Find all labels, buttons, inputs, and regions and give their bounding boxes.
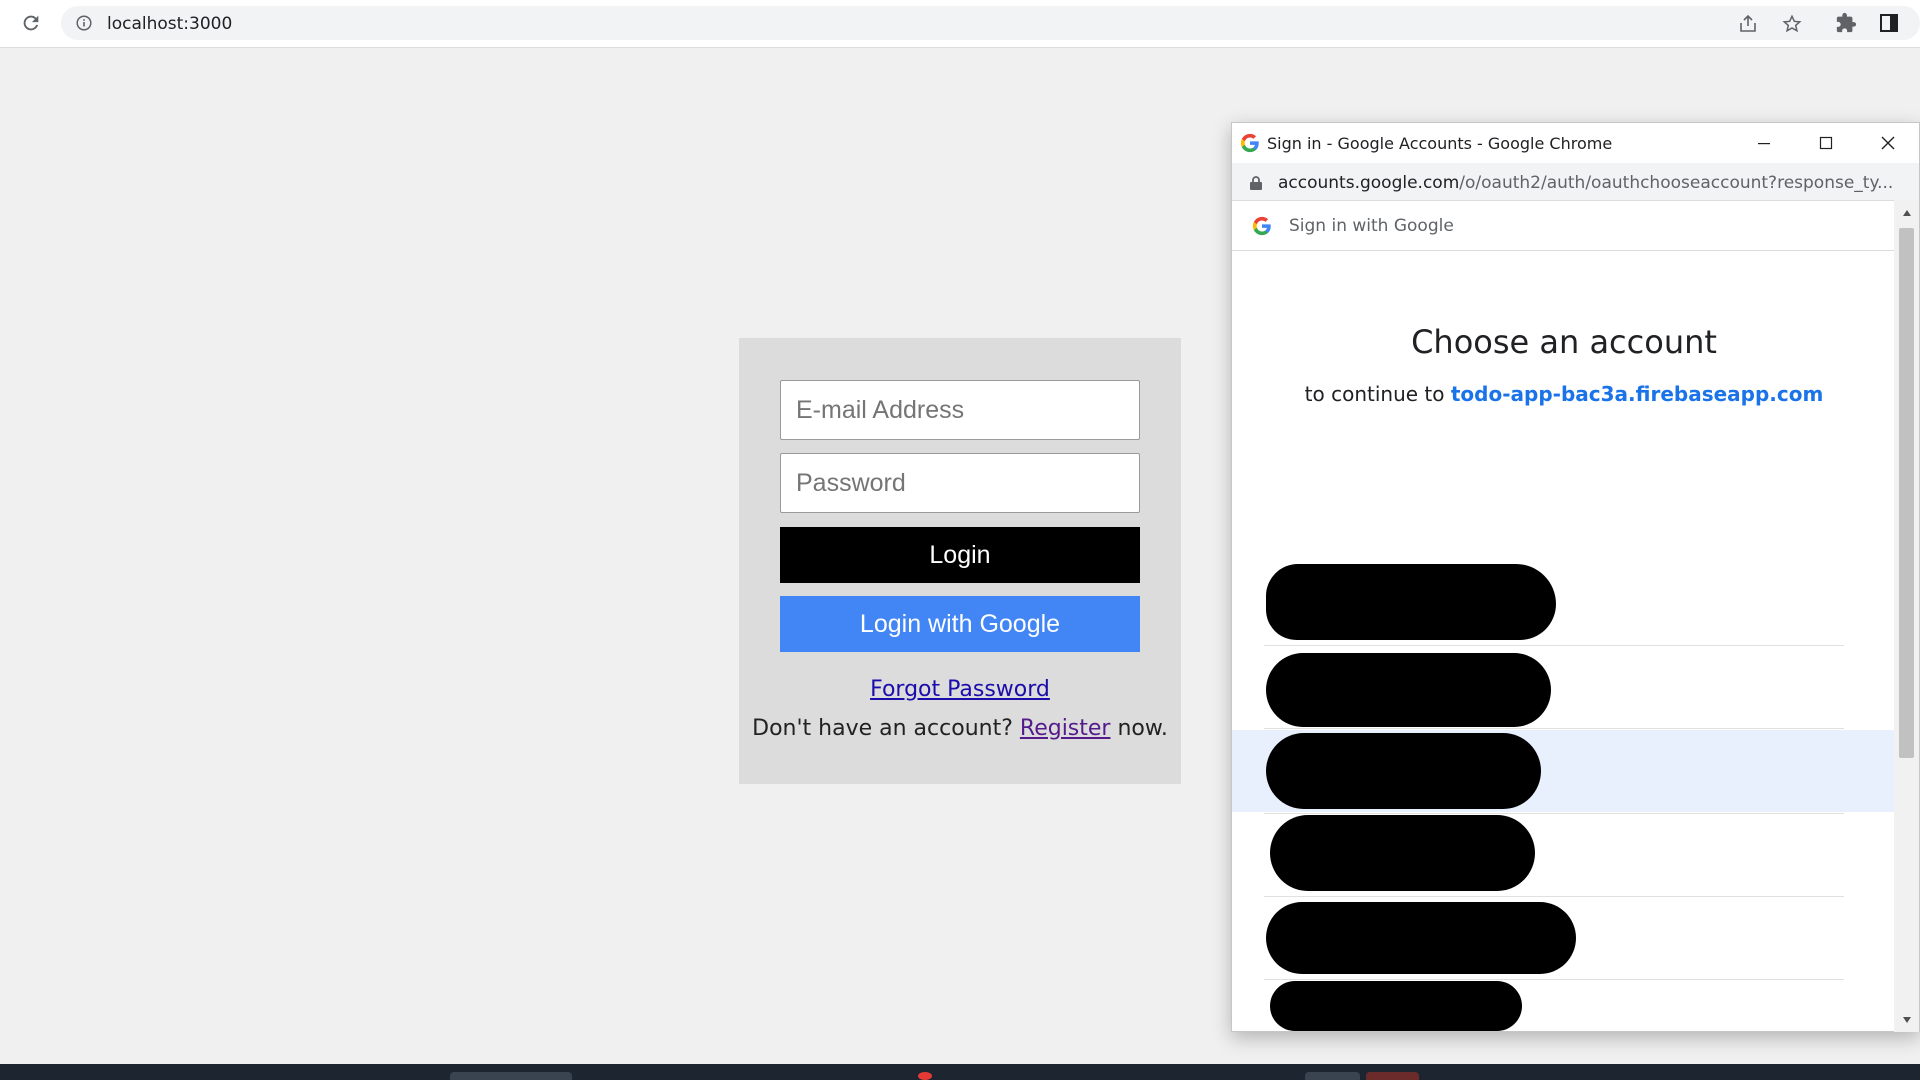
taskbar-item[interactable] [1366, 1072, 1419, 1080]
email-field[interactable] [780, 380, 1140, 440]
taskbar-item[interactable] [450, 1072, 572, 1080]
google-signin-popup: Sign in - Google Accounts - Google Chrom… [1231, 122, 1920, 1032]
continue-prefix: to continue to [1304, 382, 1445, 406]
popup-url-path: /o/oauth2/auth/oauthchooseaccount?respon… [1459, 173, 1894, 193]
google-logo-icon [1252, 216, 1272, 236]
account-row[interactable] [1232, 559, 1896, 641]
popup-url-domain: accounts.google.com [1278, 173, 1460, 193]
redacted-account [1266, 733, 1541, 809]
address-bar[interactable]: localhost:3000 [61, 6, 1920, 40]
signin-header-text: Sign in with Google [1289, 216, 1454, 236]
taskbar-notification-dot [918, 1072, 932, 1080]
account-row-selected[interactable] [1232, 730, 1896, 812]
taskbar [0, 1064, 1920, 1080]
scroll-up-icon[interactable] [1900, 206, 1913, 219]
minimize-icon[interactable] [1734, 123, 1794, 163]
star-icon[interactable] [1781, 13, 1803, 35]
account-divider [1264, 896, 1844, 897]
account-divider [1264, 813, 1844, 814]
redacted-account [1266, 653, 1551, 727]
register-link[interactable]: Register [1020, 716, 1111, 741]
extensions-icon[interactable] [1834, 11, 1858, 35]
popup-address-bar[interactable]: accounts.google.com/o/oauth2/auth/oauthc… [1232, 163, 1919, 201]
continue-app-link[interactable]: todo-app-bac3a.firebaseapp.com [1451, 382, 1823, 406]
account-divider [1264, 979, 1844, 980]
address-url[interactable]: localhost:3000 [107, 14, 232, 34]
signin-header: Sign in with Google [1232, 201, 1896, 251]
account-divider [1264, 645, 1844, 646]
redacted-account [1266, 902, 1576, 974]
redacted-account [1270, 815, 1535, 891]
reload-icon[interactable] [18, 10, 44, 36]
account-divider [1264, 728, 1844, 729]
google-logo-icon [1240, 133, 1260, 153]
password-field[interactable] [780, 453, 1140, 513]
account-row[interactable] [1232, 647, 1896, 729]
choose-account-title: Choose an account [1411, 323, 1717, 361]
account-row[interactable] [1232, 981, 1896, 1063]
register-suffix: now. [1117, 716, 1168, 741]
maximize-icon[interactable] [1796, 123, 1856, 163]
redacted-account [1266, 564, 1556, 640]
forgot-password-link[interactable]: Forgot Password [739, 677, 1181, 702]
account-row[interactable] [1232, 898, 1896, 980]
share-icon[interactable] [1737, 13, 1759, 35]
scroll-thumb[interactable] [1899, 228, 1914, 758]
scroll-down-icon[interactable] [1900, 1013, 1913, 1026]
lock-icon [1249, 175, 1263, 191]
redacted-account [1270, 981, 1522, 1031]
login-card: Login Login with Google Forgot Password … [739, 338, 1181, 784]
continue-to-line: to continue to todo-app-bac3a.firebaseap… [1232, 382, 1896, 406]
close-icon[interactable] [1858, 123, 1918, 163]
register-prompt: Don't have an account? Register now. [739, 716, 1181, 741]
taskbar-item[interactable] [1305, 1072, 1360, 1080]
popup-titlebar[interactable]: Sign in - Google Accounts - Google Chrom… [1232, 123, 1919, 163]
register-prefix: Don't have an account? [752, 716, 1013, 741]
popup-scrollbar[interactable] [1894, 200, 1919, 1032]
info-icon[interactable] [76, 15, 92, 31]
popup-window-title: Sign in - Google Accounts - Google Chrom… [1267, 134, 1613, 153]
account-row[interactable] [1232, 815, 1896, 897]
login-with-google-button[interactable]: Login with Google [780, 596, 1140, 652]
popup-url[interactable]: accounts.google.com/o/oauth2/auth/oauthc… [1278, 173, 1893, 193]
login-button[interactable]: Login [780, 527, 1140, 583]
browser-toolbar: localhost:3000 [0, 0, 1920, 48]
side-panel-icon[interactable] [1877, 11, 1901, 35]
